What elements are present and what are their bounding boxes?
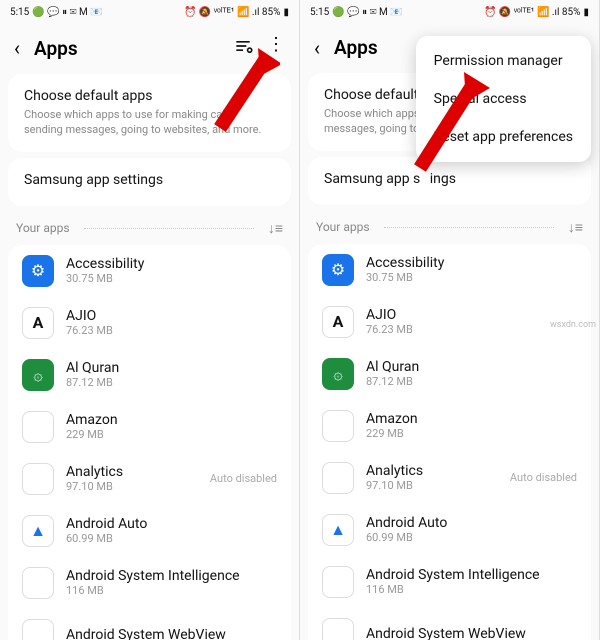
status-time: 5:15: [10, 7, 29, 18]
app-name: Android System WebView: [66, 627, 277, 640]
status-icons-right: ⏰ 🔕 ᵛᵒˡᵀᴱ¹ 📶 .ıl 85%: [484, 7, 581, 18]
app-size: 60.99 MB: [366, 531, 577, 544]
back-icon[interactable]: ‹: [314, 38, 320, 58]
default-apps-card[interactable]: Choose default apps Choose which apps to…: [8, 74, 291, 152]
app-row[interactable]: ▮ Analytics97.10 MB Auto disabled: [8, 453, 291, 505]
header: ‹ Apps ⋮: [0, 24, 299, 68]
app-icon: ۞: [22, 359, 54, 391]
app-icon: ◈: [322, 566, 354, 598]
app-icon: ⚙: [22, 255, 54, 287]
app-size: 116 MB: [366, 583, 577, 596]
app-row[interactable]: ۞ Al Quran87.12 MB: [308, 348, 591, 400]
app-name: AJIO: [366, 307, 577, 323]
status-icons-right: ⏰ 🔕 ᵛᵒˡᵀᴱ¹ 📶 .ıl 85%: [184, 7, 281, 18]
app-row[interactable]: ۞ Al Quran87.12 MB: [8, 349, 291, 401]
app-size: 76.23 MB: [66, 324, 277, 337]
back-icon[interactable]: ‹: [14, 38, 20, 58]
app-row[interactable]: ◈ Android System Intelligence116 MB: [308, 556, 591, 608]
app-name: AJIO: [66, 308, 277, 324]
default-apps-title: Choose default apps: [24, 88, 275, 104]
menu-special-access[interactable]: Special access: [416, 80, 591, 118]
app-row[interactable]: A AJIO76.23 MB: [308, 296, 591, 348]
app-icon: A: [22, 307, 54, 339]
app-row[interactable]: ◈ Android System Intelligence116 MB: [8, 557, 291, 609]
app-icon: ▮: [22, 463, 54, 495]
app-icon: ⚙: [322, 254, 354, 286]
app-icon: ◆: [322, 618, 354, 640]
app-name: Accessibility: [366, 255, 577, 271]
app-size: 97.10 MB: [66, 480, 198, 493]
status-icons-left: 🟢 💬 ⏸ ✉ M 📧: [32, 7, 102, 18]
app-size: 76.23 MB: [366, 323, 577, 336]
your-apps-header: Your apps ↓≡: [0, 212, 299, 241]
your-apps-label: Your apps: [16, 221, 70, 235]
search-icon[interactable]: [233, 36, 253, 60]
app-icon: ▮: [322, 462, 354, 494]
app-row[interactable]: ▮ Analytics97.10 MB Auto disabled: [308, 452, 591, 504]
app-name: Amazon: [66, 412, 277, 428]
app-note: Auto disabled: [510, 471, 577, 484]
app-row[interactable]: ▲ Android Auto60.99 MB: [308, 504, 591, 556]
apps-list-right: ⚙ Accessibility30.75 MB A AJIO76.23 MB ۞ Al Q…: [308, 244, 591, 640]
menu-reset-preferences[interactable]: Reset app preferences: [416, 118, 591, 156]
app-row[interactable]: ⤳ Amazon229 MB: [8, 401, 291, 453]
status-bar: 5:15🟢 💬 ⏸ ✉ M 📧 ⏰ 🔕 ᵛᵒˡᵀᴱ¹ 📶 .ıl 85%▮: [0, 0, 299, 24]
app-name: Al Quran: [366, 359, 577, 375]
app-size: 30.75 MB: [66, 272, 277, 285]
status-bar: 5:15🟢 💬 ⏸ ✉ M 📧 ⏰ 🔕 ᵛᵒˡᵀᴱ¹ 📶 .ıl 85%▮: [300, 0, 599, 24]
app-name: Amazon: [366, 411, 577, 427]
app-size: 97.10 MB: [366, 479, 498, 492]
status-time: 5:15: [310, 7, 329, 18]
app-name: Android System Intelligence: [66, 568, 277, 584]
app-note: Auto disabled: [210, 472, 277, 485]
overflow-menu: Permission manager Special access Reset …: [416, 36, 591, 162]
your-apps-label: Your apps: [316, 220, 370, 234]
status-icons-left: 🟢 💬 ⏸ ✉ M 📧: [332, 7, 402, 18]
menu-permission-manager[interactable]: Permission manager: [416, 42, 591, 80]
samsung-settings-title: Samsung app s ings: [324, 171, 575, 187]
page-title: Apps: [34, 37, 219, 60]
app-name: Accessibility: [66, 256, 277, 272]
app-icon: ⤳: [22, 411, 54, 443]
app-row[interactable]: ◆ Android System WebView: [8, 609, 291, 640]
phone-left: 5:15🟢 💬 ⏸ ✉ M 📧 ⏰ 🔕 ᵛᵒˡᵀᴱ¹ 📶 .ıl 85%▮ ‹ …: [0, 0, 300, 640]
app-row[interactable]: ▲ Android Auto60.99 MB: [8, 505, 291, 557]
your-apps-header: Your apps ↓≡: [300, 211, 599, 240]
app-name: Android Auto: [366, 515, 577, 531]
app-size: 229 MB: [66, 428, 277, 441]
app-name: Android System WebView: [366, 626, 577, 640]
app-name: Android System Intelligence: [366, 567, 577, 583]
watermark: wsxdn.com: [550, 320, 596, 330]
samsung-settings-card[interactable]: Samsung app s ings: [308, 157, 591, 205]
app-size: 229 MB: [366, 427, 577, 440]
app-name: Android Auto: [66, 516, 277, 532]
app-size: 60.99 MB: [66, 532, 277, 545]
app-icon: ◈: [22, 567, 54, 599]
sort-icon[interactable]: ↓≡: [568, 219, 583, 236]
samsung-settings-card[interactable]: Samsung app settings: [8, 158, 291, 206]
app-size: 87.12 MB: [366, 375, 577, 388]
default-apps-sub: Choose which apps to use for making call…: [24, 108, 275, 138]
app-name: Analytics: [66, 464, 198, 480]
app-name: Analytics: [366, 463, 498, 479]
app-icon: ۞: [322, 358, 354, 390]
app-row[interactable]: A AJIO76.23 MB: [8, 297, 291, 349]
app-icon: ◆: [22, 619, 54, 640]
app-icon: ▲: [322, 514, 354, 546]
app-row[interactable]: ⤳ Amazon229 MB: [308, 400, 591, 452]
app-icon: A: [322, 306, 354, 338]
app-row[interactable]: ⚙ Accessibility30.75 MB: [8, 245, 291, 297]
app-size: 87.12 MB: [66, 376, 277, 389]
more-icon[interactable]: ⋮: [267, 36, 285, 60]
app-icon: ⤳: [322, 410, 354, 442]
app-row[interactable]: ⚙ Accessibility30.75 MB: [308, 244, 591, 296]
app-icon: ▲: [22, 515, 54, 547]
app-name: Al Quran: [66, 360, 277, 376]
sort-icon[interactable]: ↓≡: [268, 220, 283, 237]
app-size: 116 MB: [66, 584, 277, 597]
app-row[interactable]: ◆ Android System WebView: [308, 608, 591, 640]
app-size: 30.75 MB: [366, 271, 577, 284]
apps-list-left: ⚙ Accessibility30.75 MB A AJIO76.23 MB ۞ Al Q…: [8, 245, 291, 640]
samsung-settings-title: Samsung app settings: [24, 172, 275, 188]
